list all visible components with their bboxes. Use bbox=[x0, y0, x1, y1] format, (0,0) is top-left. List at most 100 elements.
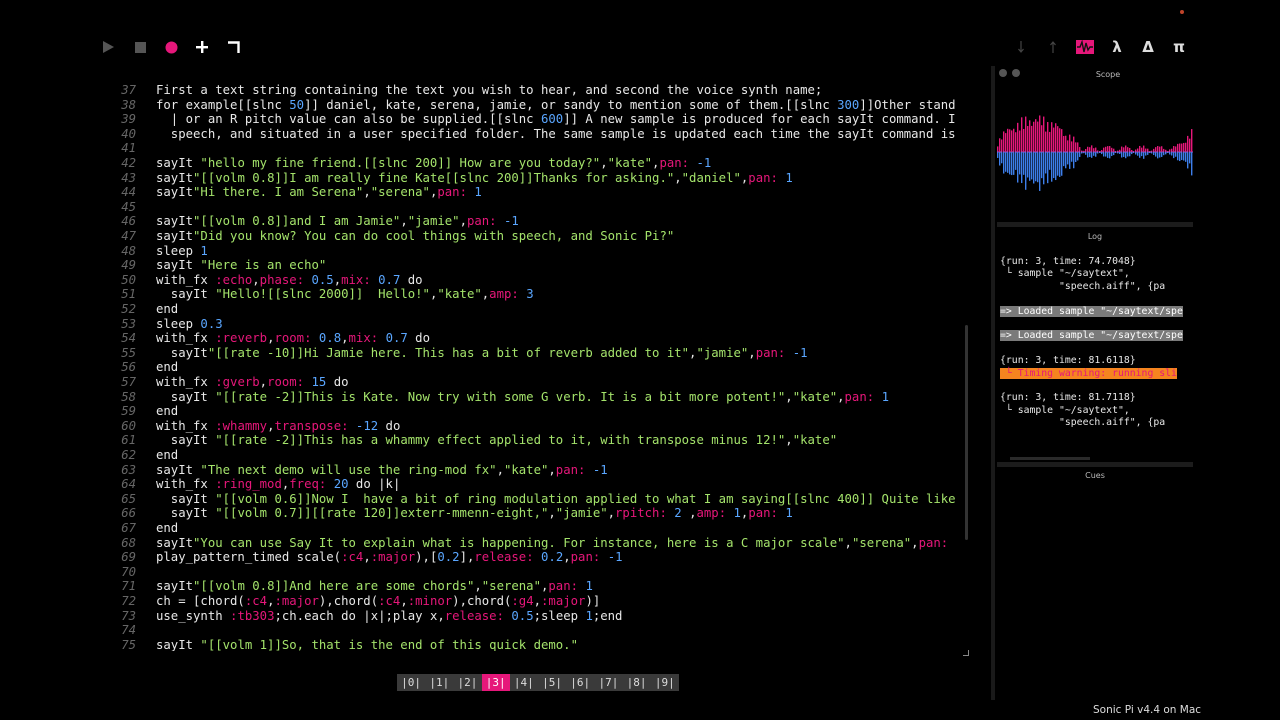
scope-bar-left bbox=[1187, 135, 1189, 152]
editor-scrollbar[interactable] bbox=[965, 325, 968, 540]
scroll-down-button[interactable] bbox=[1014, 36, 1028, 58]
code-text: sayIt"[[volm 0.8]]And here are some chor… bbox=[156, 579, 593, 594]
code-line[interactable]: 43 sayIt"[[volm 0.8]]I am really fine Kat… bbox=[110, 171, 793, 186]
code-line[interactable]: 57 with_fx :gverb,room: 15 do bbox=[110, 375, 348, 390]
code-line[interactable]: 51 sayIt "Hello![[slnc 2000]] Hello!","k… bbox=[110, 287, 533, 302]
play-button[interactable] bbox=[97, 36, 119, 58]
code-line[interactable]: 66 sayIt "[[volm 0.7]][[rate 120]]exterr… bbox=[110, 506, 793, 521]
code-line[interactable]: 58 sayIt "[[rate -2]]This is Kate. Now t… bbox=[110, 390, 889, 405]
code-line[interactable]: 74 bbox=[110, 623, 136, 638]
code-line[interactable]: 54 with_fx :reverb,room: 0.8,mix: 0.7 do bbox=[110, 331, 430, 346]
scope-bar-right bbox=[1055, 152, 1057, 181]
code-line[interactable]: 60 with_fx :whammy,transpose: -12 do bbox=[110, 419, 400, 434]
line-number: 70 bbox=[121, 564, 136, 579]
scope-bar-left bbox=[1137, 148, 1139, 152]
code-line[interactable]: 56 end bbox=[110, 360, 178, 375]
code-text: sayIt"Hi there. I am Serena","serena",pa… bbox=[156, 185, 482, 200]
scope-bar-left bbox=[1109, 146, 1111, 152]
buffer-tab-5[interactable]: |5| bbox=[538, 674, 566, 691]
scope-bar-left bbox=[1091, 145, 1093, 152]
code-line[interactable]: 42 sayIt "hello my fine friend.[[slnc 200… bbox=[110, 156, 711, 171]
code-text: sleep 0.3 bbox=[156, 316, 223, 331]
scope-bar-left bbox=[1139, 145, 1141, 152]
code-line[interactable]: 49 sayIt "Here is an echo" bbox=[110, 258, 326, 273]
code-line[interactable]: 69 play_pattern_timed scale(:c4,:major),[… bbox=[110, 550, 622, 565]
delta-button[interactable]: Δ bbox=[1139, 36, 1157, 58]
code-line[interactable]: 53 sleep 0.3 bbox=[110, 317, 222, 332]
scope-bar-left bbox=[1045, 131, 1047, 152]
code-line[interactable]: 52 end bbox=[110, 302, 178, 317]
record-button[interactable] bbox=[160, 36, 182, 58]
buffer-tab-3[interactable]: |3| bbox=[481, 674, 510, 691]
code-line[interactable]: 75 sayIt "[[volm 1]]So, that is the end o… bbox=[110, 638, 578, 651]
buffer-tab-2[interactable]: |2| bbox=[453, 674, 481, 691]
code-line[interactable]: 64 with_fx :ring_mod,freq: 20 do |k| bbox=[110, 477, 400, 492]
scope-bar-right bbox=[1145, 152, 1147, 156]
line-number: 46 bbox=[121, 214, 136, 229]
buffer-tab-8[interactable]: |8| bbox=[623, 674, 651, 691]
code-line[interactable]: 37 First a text string containing the tex… bbox=[110, 83, 822, 98]
code-line[interactable]: 59 end bbox=[110, 404, 178, 419]
buffer-tab-1[interactable]: |1| bbox=[425, 674, 453, 691]
buffer-tab-9[interactable]: |9| bbox=[651, 674, 679, 691]
log-scrollbar[interactable] bbox=[1010, 457, 1090, 460]
code-line[interactable]: 73 use_synth :tb303;ch.each do |x|;play x… bbox=[110, 608, 622, 624]
scope-bar-right bbox=[1003, 152, 1005, 174]
code-line[interactable]: 67 end bbox=[110, 521, 178, 536]
scope-bar-left bbox=[1003, 131, 1005, 152]
code-line[interactable]: 41 bbox=[110, 141, 136, 156]
scope-bar-left bbox=[1125, 145, 1127, 152]
buffer-tab-4[interactable]: |4| bbox=[510, 674, 538, 691]
code-line[interactable]: 38 for example[[slnc 50]] daniel, kate, s… bbox=[110, 98, 955, 113]
code-line[interactable]: 46 sayIt"[[volm 0.8]]and I am Jamie","jam… bbox=[110, 214, 519, 229]
panel-divider[interactable] bbox=[991, 66, 995, 700]
arrow-down-icon bbox=[1018, 41, 1024, 53]
scope-bar-left bbox=[1047, 122, 1049, 152]
scope-bar-right bbox=[1127, 152, 1129, 157]
scope-toggle-button[interactable] bbox=[1075, 36, 1095, 58]
code-line[interactable]: 45 bbox=[110, 200, 136, 215]
code-line[interactable]: 39 | or an R pitch value can also be sup… bbox=[110, 112, 955, 127]
lambda-button[interactable]: λ bbox=[1108, 36, 1126, 58]
code-line[interactable]: 71 sayIt"[[volm 0.8]]And here are some ch… bbox=[110, 579, 593, 594]
code-text: sayIt "hello my fine friend.[[slnc 200]]… bbox=[156, 156, 712, 170]
scope-bar-left bbox=[1089, 147, 1091, 152]
buffer-tab-0[interactable]: |0| bbox=[397, 674, 425, 691]
scope-bar-right bbox=[1129, 152, 1131, 157]
scope-bar-right bbox=[1039, 152, 1041, 191]
code-line[interactable]: 40 speech, and situated in a user specif… bbox=[110, 127, 955, 142]
code-line[interactable]: 55 sayIt"[[rate -10]]Hi Jamie here. This… bbox=[110, 346, 807, 361]
code-line[interactable]: 72 ch = [chord(:c4,:major),chord(:c4,:min… bbox=[110, 594, 600, 609]
code-line[interactable]: 68 sayIt"You can use Say It to explain wh… bbox=[110, 536, 948, 551]
code-line[interactable]: 70 bbox=[110, 565, 136, 580]
resize-handle[interactable] bbox=[963, 650, 969, 656]
exit-button[interactable] bbox=[223, 36, 245, 58]
code-line[interactable]: 65 sayIt "[[volm 0.6]]Now I have a bit o… bbox=[110, 492, 955, 507]
log-line: {run: 3, time: 81.7118} bbox=[1000, 392, 1136, 404]
code-line[interactable]: 61 sayIt "[[rate -2]]This has a whammy e… bbox=[110, 433, 837, 448]
buffer-tab-6[interactable]: |6| bbox=[566, 674, 594, 691]
buffer-tabs: |0| |1| |2| |3| |4| |5| |6| |7| |8| |9| bbox=[397, 674, 679, 691]
code-text: First a text string containing the text … bbox=[156, 83, 823, 97]
buffer-tab-7[interactable]: |7| bbox=[594, 674, 622, 691]
code-line[interactable]: 48 sleep 1 bbox=[110, 244, 208, 259]
scope-bar-right bbox=[1143, 152, 1145, 159]
code-text: with_fx :reverb,room: 0.8,mix: 0.7 do bbox=[156, 331, 430, 346]
code-line[interactable]: 62 end bbox=[110, 448, 178, 463]
stop-button[interactable] bbox=[129, 36, 151, 58]
line-number: 73 bbox=[121, 608, 136, 623]
code-editor[interactable]: 37 First a text string containing the tex… bbox=[110, 83, 970, 651]
scope-bar-right bbox=[1035, 152, 1037, 182]
scope-bar-left bbox=[1095, 147, 1097, 152]
code-line[interactable]: 47 sayIt"Did you know? You can do cool th… bbox=[110, 229, 674, 244]
code-line[interactable]: 44 sayIt"Hi there. I am Serena","serena",… bbox=[110, 185, 482, 200]
pi-button[interactable]: π bbox=[1170, 36, 1188, 58]
log-line: └ Timing warning: running sli bbox=[1000, 367, 1177, 379]
scope-bar-left bbox=[1017, 122, 1019, 152]
scroll-up-button[interactable] bbox=[1046, 36, 1060, 58]
scope-bar-right bbox=[1061, 152, 1063, 176]
code-line[interactable]: 50 with_fx :echo,phase: 0.5,mix: 0.7 do bbox=[110, 273, 422, 288]
new-buffer-button[interactable] bbox=[191, 36, 213, 58]
code-line[interactable]: 63 sayIt "The next demo will use the ring… bbox=[110, 463, 607, 478]
line-number: 57 bbox=[121, 375, 136, 389]
